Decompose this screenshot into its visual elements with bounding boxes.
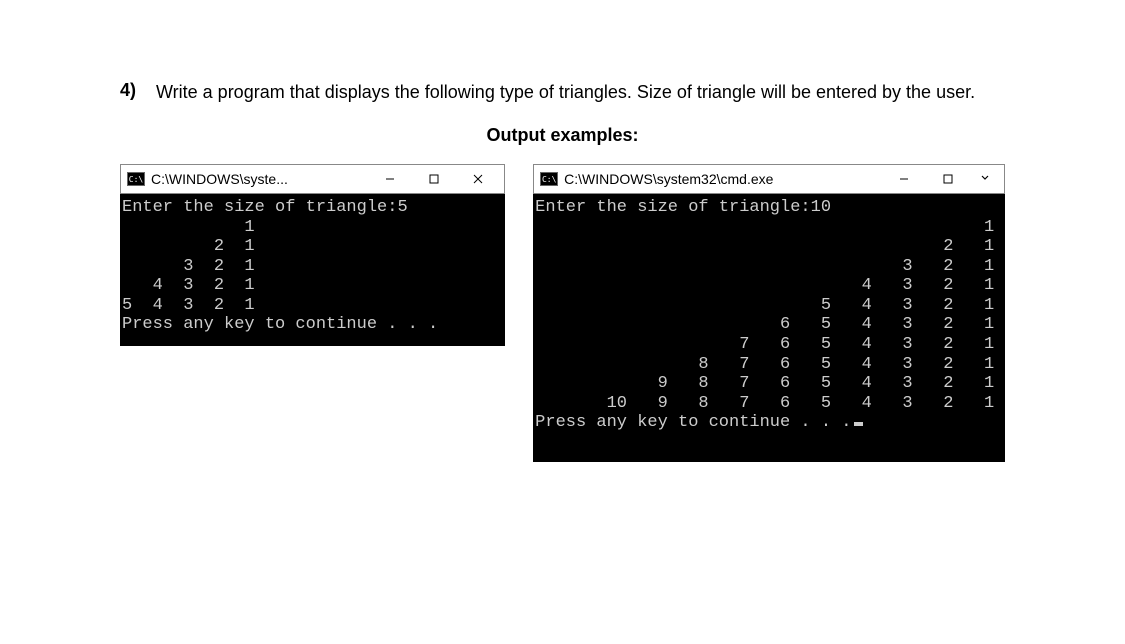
console-line: 10 9 8 7 6 5 4 3 2 1 bbox=[535, 394, 994, 413]
console-line: Enter the size of triangle:10 bbox=[535, 198, 831, 217]
maximize-button[interactable] bbox=[926, 165, 970, 193]
console-line: 8 7 6 5 4 3 2 1 bbox=[535, 355, 994, 374]
titlebar-2: C:\ C:\WINDOWS\system32\cmd.exe bbox=[533, 164, 1005, 194]
minimize-button[interactable] bbox=[368, 165, 412, 193]
window-title-2: C:\WINDOWS\system32\cmd.exe bbox=[564, 171, 882, 187]
console-line: 5 4 3 2 1 bbox=[535, 296, 994, 315]
console-output-2: Enter the size of triangle:10 1 2 1 3 2 … bbox=[533, 194, 1005, 437]
console-window-1: C:\ C:\WINDOWS\syste... Enter the size o… bbox=[120, 164, 505, 346]
console-line: 6 5 4 3 2 1 bbox=[535, 315, 994, 334]
console-line: Enter the size of triangle:5 bbox=[122, 198, 408, 217]
minimize-button[interactable] bbox=[882, 165, 926, 193]
console-line: 4 3 2 1 bbox=[122, 276, 255, 295]
question-block: 4) Write a program that displays the fol… bbox=[120, 80, 1005, 105]
close-button[interactable] bbox=[456, 165, 500, 193]
maximize-button[interactable] bbox=[412, 165, 456, 193]
document-page: 4) Write a program that displays the fol… bbox=[0, 0, 1125, 644]
console-line: Press any key to continue . . . bbox=[535, 413, 851, 432]
console-line: 3 2 1 bbox=[122, 257, 255, 276]
cursor-icon bbox=[854, 422, 863, 426]
window-title-1: C:\WINDOWS\syste... bbox=[151, 171, 368, 187]
console-line: 3 2 1 bbox=[535, 257, 994, 276]
window-controls-2 bbox=[882, 165, 1000, 193]
console-line: Press any key to continue . . . bbox=[122, 315, 438, 334]
cmd-icon: C:\ bbox=[540, 172, 558, 186]
question-number: 4) bbox=[120, 80, 144, 101]
titlebar-1: C:\ C:\WINDOWS\syste... bbox=[120, 164, 505, 194]
question-text: Write a program that displays the follow… bbox=[156, 80, 975, 105]
console-line: 4 3 2 1 bbox=[535, 276, 994, 295]
console-output-1: Enter the size of triangle:5 1 2 1 3 2 1… bbox=[120, 194, 505, 339]
console-line: 1 bbox=[122, 218, 255, 237]
console-line: 5 4 3 2 1 bbox=[122, 296, 255, 315]
cmd-icon: C:\ bbox=[127, 172, 145, 186]
console-window-2: C:\ C:\WINDOWS\system32\cmd.exe Enter th… bbox=[533, 164, 1005, 462]
examples-heading: Output examples: bbox=[120, 125, 1005, 146]
console-line: 2 1 bbox=[535, 237, 994, 256]
console-line: 2 1 bbox=[122, 237, 255, 256]
window-controls-1 bbox=[368, 165, 500, 193]
console-line: 7 6 5 4 3 2 1 bbox=[535, 335, 994, 354]
console-line: 1 bbox=[535, 218, 994, 237]
console-windows-row: C:\ C:\WINDOWS\syste... Enter the size o… bbox=[120, 164, 1005, 462]
console-line: 9 8 7 6 5 4 3 2 1 bbox=[535, 374, 994, 393]
close-button[interactable] bbox=[970, 165, 1000, 193]
